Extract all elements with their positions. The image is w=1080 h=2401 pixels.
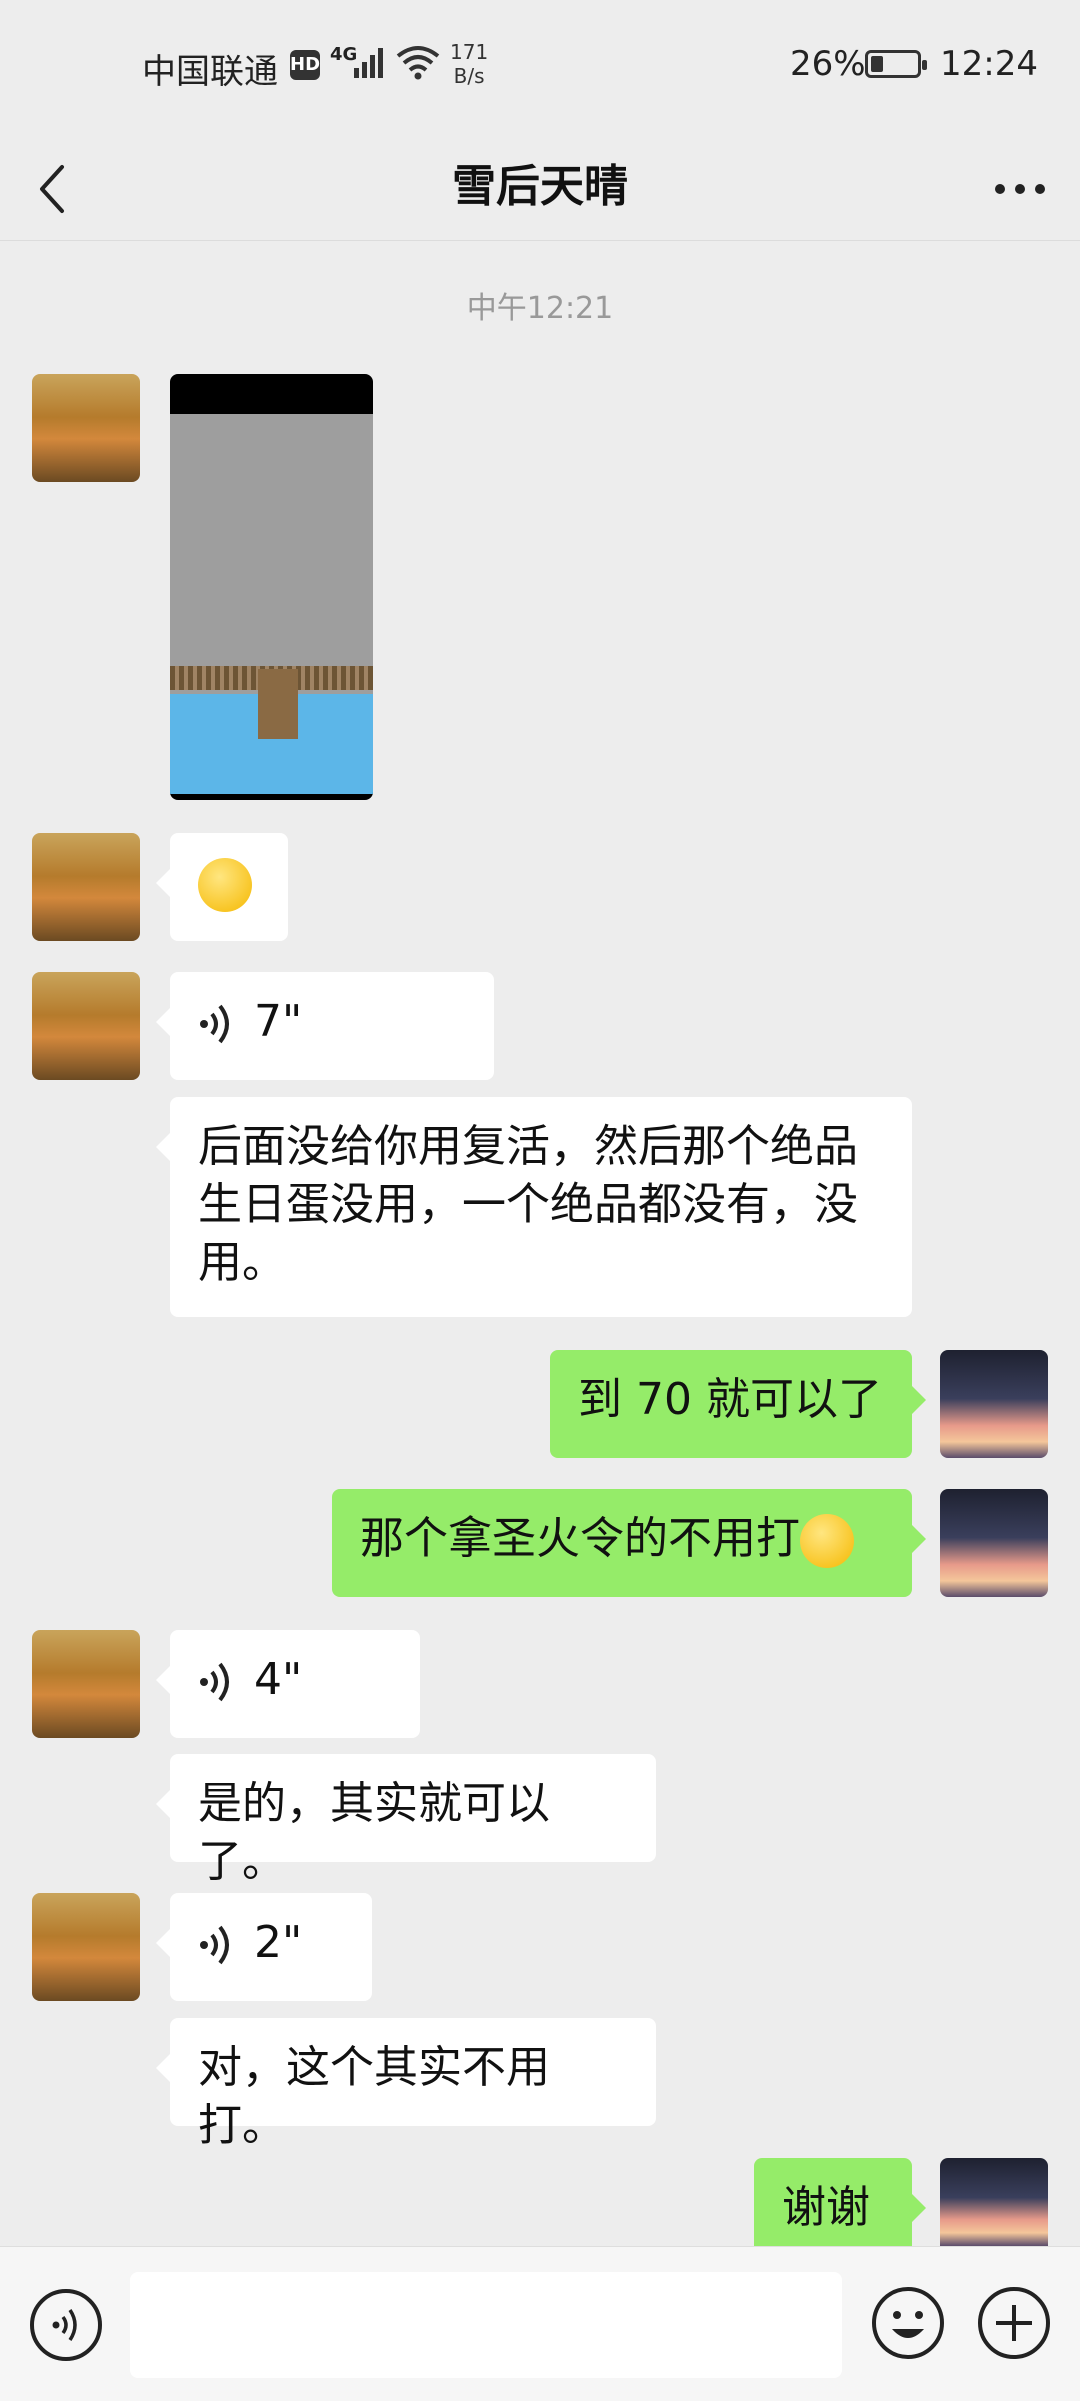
- my-text-message[interactable]: 到 70 就可以了: [550, 1350, 926, 1458]
- text-message[interactable]: 后面没给你用复活，然后那个绝品生日蛋没用，一个绝品都没有，没用。: [156, 1097, 912, 1317]
- voice-message[interactable]: 2": [156, 1893, 372, 2001]
- contact-avatar[interactable]: [32, 1893, 140, 2001]
- chat-title: 雪后天晴: [452, 161, 628, 212]
- voice-icon: [200, 1004, 229, 1044]
- emoji-icon: [800, 1514, 854, 1568]
- message-text: 到 70 就可以了: [578, 1374, 882, 1425]
- voice-icon: [200, 1925, 229, 1965]
- text-message[interactable]: 是的，其实就可以了。: [156, 1754, 656, 1887]
- voice-message[interactable]: 7": [156, 972, 494, 1080]
- contact-avatar[interactable]: [32, 1630, 140, 1738]
- contact-avatar[interactable]: [32, 374, 140, 482]
- plus-icon[interactable]: [976, 2285, 1052, 2361]
- my-avatar[interactable]: [940, 2158, 1048, 2246]
- message-text: 后面没给你用复活，然后那个绝品生日蛋没用，一个绝品都没有，没用。: [198, 1121, 858, 1288]
- my-text-message[interactable]: 那个拿圣火令的不用打: [332, 1489, 926, 1597]
- carrier-label: 中国联通: [142, 52, 278, 92]
- image-message[interactable]: [170, 374, 373, 800]
- my-avatar[interactable]: [940, 1489, 1048, 1597]
- network-speed: 171 B/s: [450, 40, 488, 88]
- message-text: 是的，其实就可以了。: [198, 1778, 550, 1887]
- chat-header: 雪后天晴: [0, 135, 1080, 241]
- wifi-icon: [396, 46, 440, 80]
- voice-input-icon[interactable]: [28, 2287, 104, 2363]
- clock: 12:24: [940, 44, 1038, 84]
- game-screenshot-image: [170, 414, 373, 794]
- speed-unit: B/s: [453, 64, 485, 88]
- voice-duration: 4": [254, 1654, 303, 1705]
- battery-icon: [865, 50, 927, 78]
- emoji-icon: [198, 858, 252, 912]
- hd-badge: HD: [290, 50, 320, 80]
- signal-icon: [354, 48, 383, 78]
- speed-value: 171: [450, 40, 489, 64]
- contact-avatar[interactable]: [32, 833, 140, 941]
- message-text: 那个拿圣火令的不用打: [360, 1513, 800, 1564]
- more-icon[interactable]: [980, 149, 1060, 229]
- voice-duration: 7": [254, 996, 303, 1047]
- message-text: 谢谢: [782, 2182, 870, 2233]
- message-input[interactable]: [130, 2272, 842, 2378]
- voice-message[interactable]: 4": [156, 1630, 420, 1738]
- message-timestamp: 中午12:21: [466, 291, 614, 326]
- voice-icon: [200, 1662, 229, 1702]
- emoji-message[interactable]: [156, 833, 288, 941]
- input-bar: [0, 2246, 1080, 2401]
- voice-duration: 2": [254, 1917, 303, 1968]
- emoji-picker-icon[interactable]: [870, 2285, 946, 2361]
- text-message[interactable]: 对，这个其实不用打。: [156, 2018, 656, 2151]
- contact-avatar[interactable]: [32, 972, 140, 1080]
- battery-percent: 26%: [790, 44, 866, 84]
- my-text-message[interactable]: 谢谢: [754, 2158, 926, 2246]
- message-text: 对，这个其实不用打。: [198, 2042, 550, 2151]
- my-avatar[interactable]: [940, 1350, 1048, 1458]
- status-bar: 中国联通 HD 4G 171 B/s 26% 12:24: [0, 0, 1080, 135]
